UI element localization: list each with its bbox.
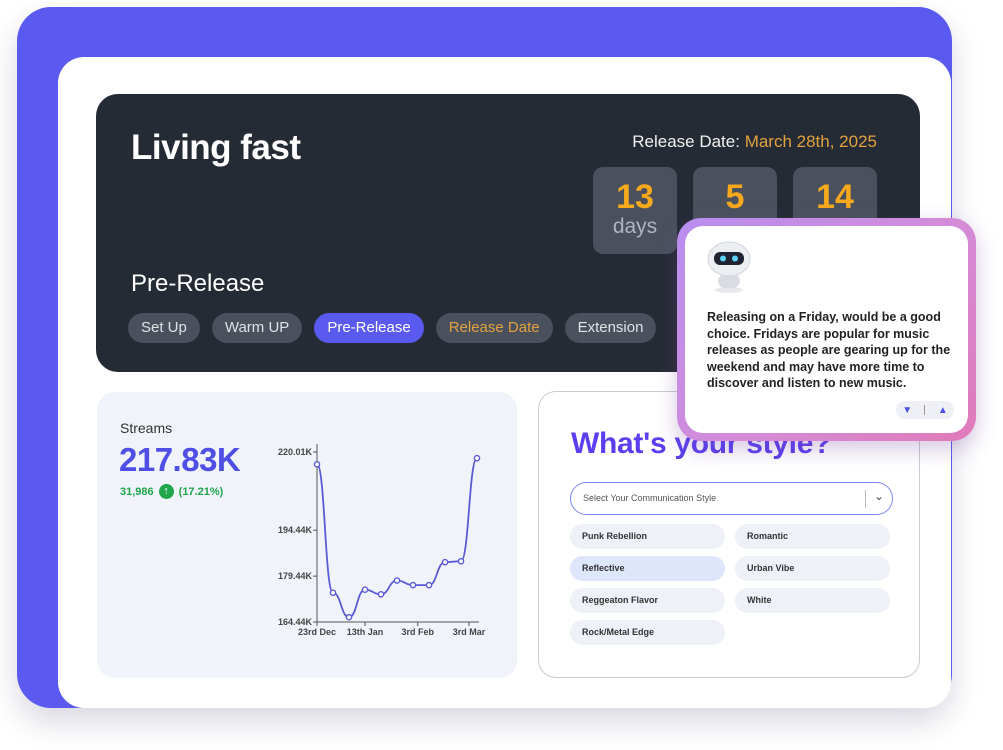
streams-data-point	[313, 460, 321, 468]
streams-line-chart: 220.01K 194.44K 179.44K 164.44K23rd Dec 13th…	[278, 444, 486, 637]
streams-data-point	[425, 581, 433, 589]
streams-data-point	[377, 590, 385, 598]
robot-avatar-icon	[707, 241, 751, 293]
select-placeholder: Select Your Communication Style	[583, 493, 717, 503]
current-stage-title: Pre-Release	[131, 270, 265, 297]
style-option-urban-vibe[interactable]: Urban Vibe	[735, 556, 890, 581]
chevron-down-icon[interactable]: ⌄	[874, 489, 884, 503]
feedback-divider	[924, 405, 926, 415]
stage-tab-setup[interactable]: Set Up	[128, 313, 200, 343]
feedback-buttons: ▼ ▲	[896, 401, 954, 419]
countdown-days-value: 13	[616, 178, 654, 216]
style-option-reggeaton-flavor[interactable]: Reggeaton Flavor	[570, 588, 725, 613]
style-option-reflective[interactable]: Reflective	[570, 556, 725, 581]
countdown-hours-value: 5	[725, 178, 745, 216]
streams-data-point	[345, 613, 353, 621]
x-tick-label: 23rd Dec	[298, 627, 336, 637]
stage-tab-pre-release[interactable]: Pre-Release	[314, 313, 424, 343]
streams-label: Streams	[120, 420, 173, 436]
style-option-romantic[interactable]: Romantic	[735, 524, 890, 549]
x-tick-label: 3rd Mar	[453, 627, 486, 637]
streams-data-point	[393, 577, 401, 584]
stage-tabs: Set Up Warm UP Pre-Release Release Date …	[128, 313, 657, 343]
song-title: Living fast	[131, 128, 301, 167]
x-tick-label: 13th Jan	[347, 627, 384, 637]
release-date-label: Release Date:	[632, 132, 745, 151]
streams-total: 217.83K	[119, 441, 241, 478]
style-option-rock-metal-edge[interactable]: Rock/Metal Edge	[570, 620, 725, 645]
stage-tab-release-date[interactable]: Release Date	[435, 313, 553, 343]
countdown-days-unit: days	[612, 215, 658, 238]
y-tick-label: 179.44K	[278, 571, 313, 581]
countdown-days-box: 13 days	[593, 167, 677, 254]
x-tick-label: 3rd Feb	[402, 627, 435, 637]
thumbs-up-icon[interactable]: ▲	[938, 405, 948, 416]
streams-change-percent: (17.21%)	[178, 485, 224, 498]
streams-change: 31,986 ↑ (17.21%)	[120, 484, 223, 499]
release-date-line: Release Date: March 28th, 2025	[632, 132, 877, 152]
streams-data-point	[329, 589, 337, 597]
style-option-white[interactable]: White	[735, 588, 890, 613]
thumbs-down-icon[interactable]: ▼	[902, 405, 912, 416]
streams-series-line	[316, 457, 478, 619]
streams-panel: Streams 217.83K 31,986 ↑ (17.21%) 220.01…	[97, 392, 517, 678]
y-tick-label: 164.44K	[278, 617, 313, 627]
assistant-message: Releasing on a Friday, would be a good c…	[707, 310, 951, 390]
streams-data-point	[441, 558, 449, 566]
streams-data-point	[361, 586, 369, 593]
arrow-up-icon: ↑	[158, 484, 174, 499]
y-tick-label: 220.01K	[278, 447, 313, 457]
select-divider	[865, 490, 866, 508]
style-option-punk-rebellion[interactable]: Punk Rebellion	[570, 524, 725, 549]
stage-tab-warmup[interactable]: Warm UP	[211, 313, 303, 343]
style-options: Punk Rebellion Romantic Reflective Urban…	[570, 524, 890, 645]
communication-style-select[interactable]: Select Your Communication Style ⌄	[570, 482, 893, 515]
countdown-minutes-value: 14	[816, 178, 854, 216]
streams-data-point	[457, 557, 465, 565]
streams-change-absolute: 31,986	[120, 485, 154, 498]
assistant-popup-body: Releasing on a Friday, would be a good c…	[685, 226, 968, 433]
assistant-popup: Releasing on a Friday, would be a good c…	[677, 218, 976, 441]
stage-tab-extension[interactable]: Extension	[564, 313, 657, 343]
y-tick-label: 194.44K	[278, 525, 313, 535]
release-date-value: March 28th, 2025	[744, 132, 877, 151]
streams-data-point	[409, 581, 417, 589]
streams-data-point	[473, 454, 481, 462]
